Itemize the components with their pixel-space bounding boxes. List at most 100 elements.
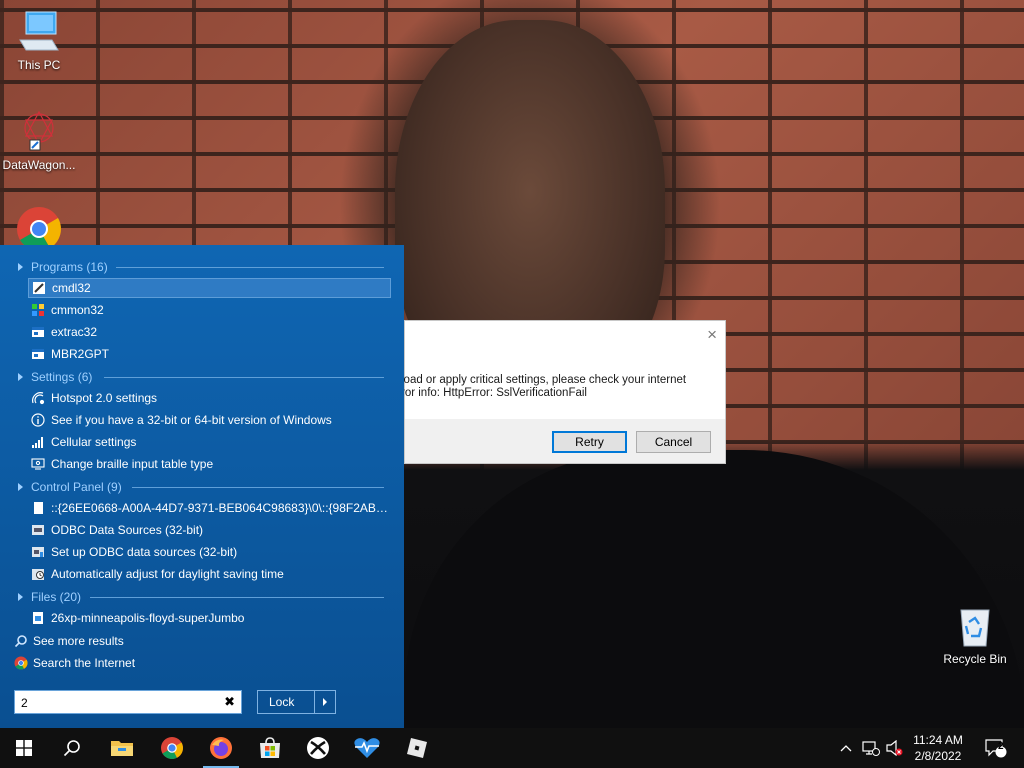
close-icon[interactable]: × [707,325,717,345]
image-file-icon [31,611,45,625]
result-label: Cellular settings [51,435,137,449]
result-item-daylight-saving[interactable]: Automatically adjust for daylight saving… [28,564,391,584]
power-options-arrow-button[interactable] [314,691,335,713]
store-icon [260,737,280,758]
odbc-setup-icon [31,545,45,559]
result-item-cellular-settings[interactable]: Cellular settings [28,432,391,452]
lock-button-group: Lock [257,690,336,714]
show-hidden-icons-button[interactable] [836,728,856,768]
taskbar-health-app[interactable] [343,728,391,768]
taskbar-xbox[interactable] [294,728,342,768]
search-internet-link[interactable]: Search the Internet [14,654,135,672]
taskbar-roblox[interactable] [393,728,441,768]
desktop-icon-recycle-bin[interactable]: Recycle Bin [936,604,1014,666]
program-icon [32,281,46,295]
result-item-cmdl32[interactable]: cmdl32 [28,278,391,298]
result-item-32-64-bit[interactable]: See if you have a 32-bit or 64-bit versi… [28,410,391,430]
expand-triangle-icon [18,593,23,601]
expand-triangle-icon [18,373,23,381]
see-more-label: See more results [33,634,124,648]
result-label: cmmon32 [51,303,104,317]
result-item-odbc-data-sources[interactable]: ODBC Data Sources (32-bit) [28,520,391,540]
chrome-icon [161,737,183,759]
window-app-icon [31,347,45,361]
windows-logo-icon [16,740,32,756]
error-dialog: × load or apply critical settings, pleas… [401,320,726,464]
dialog-message-line-2: ror info: HttpError: SslVerificationFail [401,387,587,399]
recycle-bin-icon [960,609,990,647]
desktop-icon-label: DataWagon... [2,158,76,172]
section-heading-label: Control Panel (9) [31,480,122,494]
volume-muted-icon [886,740,903,756]
result-item-braille-table[interactable]: Change braille input table type [28,454,391,474]
roblox-icon [407,738,427,758]
section-divider [116,267,384,268]
result-label: Set up ODBC data sources (32-bit) [51,545,238,559]
program-icon [31,303,45,317]
taskbar-file-explorer[interactable] [98,728,146,768]
taskbar-search-button[interactable] [48,728,96,768]
result-label: cmdl32 [52,281,91,295]
network-tray-icon[interactable] [860,728,882,768]
result-label: ODBC Data Sources (32-bit) [51,523,204,537]
cellular-signal-icon [31,435,45,449]
desktop-icon-label: Recycle Bin [943,652,1007,666]
datawagon-icon [24,110,54,151]
section-heading-control-panel[interactable]: Control Panel (9) [18,479,122,495]
expand-triangle-icon [18,263,23,271]
retry-button[interactable]: Retry [552,431,627,453]
search-input[interactable] [19,692,218,714]
result-item-cmmon32[interactable]: cmmon32 [28,300,391,320]
search-box[interactable]: ✖ [14,690,242,714]
firefox-icon [210,737,232,759]
result-label: extrac32 [51,325,98,339]
result-item-file[interactable]: 26xp-minneapolis-floyd-superJumbo [28,608,391,628]
section-heading-label: Settings (6) [31,370,93,384]
result-item-mbr2gpt[interactable]: MBR2GPT [28,344,391,364]
section-divider [104,377,384,378]
result-item-clsid[interactable]: ::{26EE0668-A00A-44D7-9371-BEB064C98683}… [28,498,391,518]
result-label: 26xp-minneapolis-floyd-superJumbo [51,611,245,625]
chrome-desktop-icon[interactable] [16,206,62,251]
section-heading-settings[interactable]: Settings (6) [18,369,92,385]
info-icon [31,413,45,427]
window-app-icon [31,325,45,339]
cancel-button[interactable]: Cancel [636,431,711,453]
clear-search-icon[interactable]: ✖ [224,694,235,710]
search-results-panel: Programs (16) cmdl32 cmmon32 extrac32 MB… [0,245,404,729]
wallpaper-hoodie [405,450,1024,730]
section-heading-files[interactable]: Files (20) [18,589,81,605]
volume-tray-icon[interactable] [884,728,906,768]
result-item-setup-odbc[interactable]: Set up ODBC data sources (32-bit) [28,542,391,562]
lock-button[interactable]: Lock [258,691,314,713]
clock-date: 2/8/2022 [914,749,962,763]
result-item-hotspot-settings[interactable]: Hotspot 2.0 settings [28,388,391,408]
desktop-icon-datawagon[interactable]: DataWagon... [0,108,78,172]
desktop-icon-this-pc[interactable]: This PC [0,10,78,72]
action-center-button[interactable]: 2 [978,728,1014,768]
notification-count-badge: 2 [998,741,1004,752]
section-divider [132,487,384,488]
result-item-extrac32[interactable]: extrac32 [28,322,391,342]
expand-triangle-icon [18,483,23,491]
network-icon [862,741,880,756]
document-icon [31,501,45,515]
xbox-icon [307,737,329,759]
taskbar-firefox[interactable] [197,728,245,768]
result-label: Automatically adjust for daylight saving… [51,567,284,581]
chevron-up-icon [840,745,852,752]
chrome-icon [17,207,61,251]
clock-calendar-icon [31,567,45,581]
taskbar-store[interactable] [246,728,294,768]
section-divider [90,597,384,598]
result-label: Hotspot 2.0 settings [51,391,158,405]
odbc-icon [31,523,45,537]
section-heading-programs[interactable]: Programs (16) [18,259,108,275]
see-more-results-link[interactable]: See more results [14,632,124,650]
taskbar-clock[interactable]: 11:24 AM 2/8/2022 [906,732,970,764]
taskbar-chrome[interactable] [148,728,196,768]
start-button[interactable] [0,728,48,768]
result-label: ::{26EE0668-A00A-44D7-9371-BEB064C98683}… [51,501,391,515]
lock-button-label: Lock [269,695,295,709]
hotspot-icon [31,391,45,405]
